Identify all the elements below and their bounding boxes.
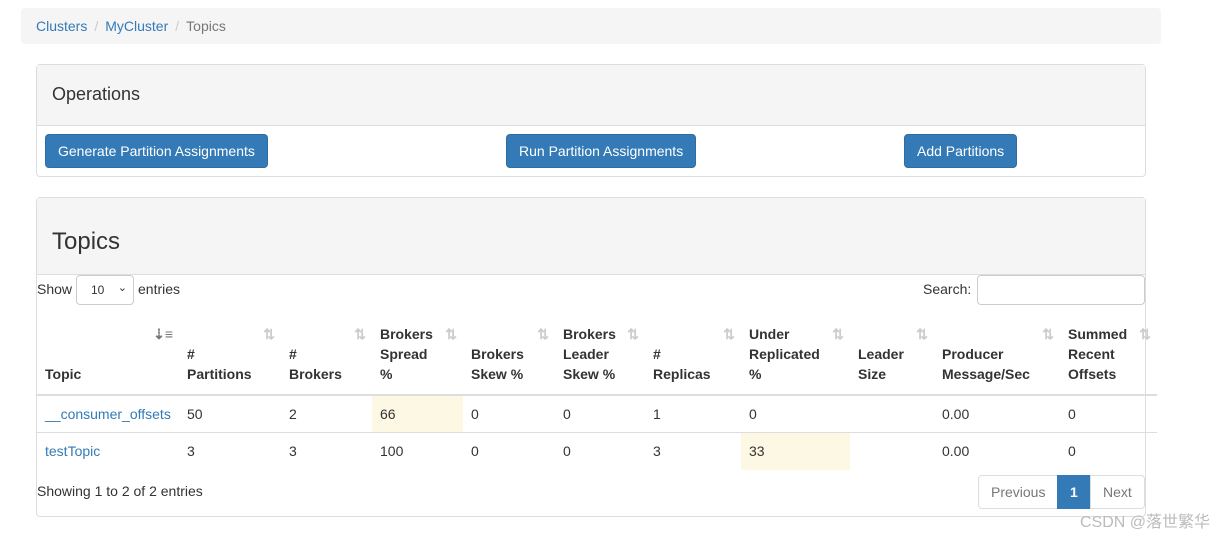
column-header[interactable]: Under Replicated% ⇅ (741, 316, 850, 396)
column-header[interactable]: # Replicas ⇅ (645, 316, 741, 396)
sort-icon: ⇅ (627, 326, 639, 342)
show-label: Show (37, 281, 73, 297)
column-header-label: Partitions (187, 366, 252, 382)
column-header[interactable]: Topic ⇣≡ (37, 316, 179, 396)
column-header[interactable]: # Brokers ⇅ (281, 316, 372, 396)
sort-icon: ⇅ (537, 326, 549, 342)
breadcrumb-separator: / (175, 18, 180, 34)
column-header[interactable]: Leader Size ⇅ (850, 316, 934, 396)
table-cell: 0 (555, 394, 645, 433)
column-header-label: Brokers (289, 366, 342, 382)
column-header-label: Offsets (1068, 366, 1117, 382)
chevron-down-icon: ⌄ (117, 282, 127, 294)
add-partitions-button[interactable]: Add Partitions (904, 134, 1018, 168)
run-partition-assignments-button[interactable]: Run Partition Assignments (506, 134, 697, 168)
entries-label: entries (138, 281, 181, 297)
column-header-label: # (289, 346, 297, 362)
column-header-label: Under (749, 326, 790, 342)
table-row: testTopic 3 3 100 0 0 3 33 0.00 0 (37, 432, 1157, 470)
table-cell: 33 (741, 432, 850, 470)
table-cell: 66 (372, 394, 463, 433)
breadcrumb: Clusters / MyCluster / Topics (21, 8, 1161, 44)
table-cell: 2 (281, 394, 372, 433)
column-header-label: Brokers (563, 326, 616, 342)
breadcrumb-mycluster[interactable]: MyCluster (105, 18, 168, 34)
column-header[interactable]: Brokers Spread% ⇅ (372, 316, 463, 396)
table-cell: 0 (1060, 394, 1157, 433)
table-cell (850, 432, 934, 470)
table-cell: 0 (1060, 432, 1157, 470)
column-header-label: Brokers (380, 326, 433, 342)
column-header-label: Topic (45, 366, 82, 382)
column-header-label: Replicas (653, 366, 711, 382)
table-cell: 1 (645, 394, 741, 433)
topic-link[interactable]: __consumer_offsets (45, 406, 171, 422)
table-row: __consumer_offsets 50 2 66 0 0 1 0 0.00 0 (37, 394, 1157, 433)
column-header[interactable]: Brokers Skew % ⇅ (463, 316, 555, 396)
page-length-select[interactable]: 10 ⌄ (76, 275, 134, 305)
column-header-label: Leader (858, 346, 904, 362)
column-header-label: Spread (380, 346, 428, 362)
table-cell: 3 (645, 432, 741, 470)
operations-title: Operations (37, 65, 1145, 126)
next-page-button[interactable]: Next (1090, 475, 1145, 509)
topics-table: Topic ⇣≡ # Partitions ⇅ # Brokers ⇅ Brokers Sprea… (37, 316, 1157, 470)
column-header-label: # (187, 346, 195, 362)
table-cell: __consumer_offsets (37, 394, 179, 433)
table-info: Showing 1 to 2 of 2 entries (37, 483, 203, 499)
breadcrumb-current: Topics (186, 18, 226, 34)
table-cell: 3 (281, 432, 372, 470)
column-header-label: Size (858, 366, 887, 382)
column-header-label: Brokers (471, 346, 524, 362)
column-header-label: Replicated (749, 346, 820, 362)
sort-icon: ⇅ (445, 326, 457, 342)
generate-partition-assignments-button[interactable]: Generate Partition Assignments (45, 134, 268, 168)
topics-title: Topics (37, 198, 1145, 275)
page-length-value: 10 (91, 283, 105, 297)
watermark: CSDN @落世繁华 (1080, 514, 1211, 531)
column-header[interactable]: Summed Recent Offsets ⇅ (1060, 316, 1157, 396)
column-header-label: Leader (563, 346, 609, 362)
column-header-label: Producer (942, 346, 1004, 362)
sort-ascending-icon: ⇣≡ (153, 326, 173, 342)
table-cell: 50 (179, 394, 281, 433)
column-header-label: % (749, 366, 762, 382)
sort-icon: ⇅ (916, 326, 928, 342)
column-header-label: Message/Sec (942, 366, 1030, 382)
table-cell: 0 (463, 394, 555, 433)
table-cell: 3 (179, 432, 281, 470)
column-header[interactable]: # Partitions ⇅ (179, 316, 281, 396)
breadcrumb-clusters[interactable]: Clusters (36, 18, 87, 34)
column-header-label: % (380, 366, 393, 382)
column-header-label: Recent (1068, 346, 1115, 362)
table-cell: 0 (741, 394, 850, 433)
column-header-label: # (653, 346, 661, 362)
column-header-label: Skew % (563, 366, 616, 382)
column-header[interactable]: Producer Message/Sec ⇅ (934, 316, 1060, 396)
sort-icon: ⇅ (1042, 326, 1054, 342)
column-header-label: Summed (1068, 326, 1128, 342)
page-1-button[interactable]: 1 (1057, 475, 1091, 509)
sort-icon: ⇅ (723, 326, 735, 342)
table-cell: 0 (463, 432, 555, 470)
table-cell: 100 (372, 432, 463, 470)
previous-page-button[interactable]: Previous (978, 475, 1058, 509)
sort-icon: ⇅ (1139, 326, 1151, 342)
column-header-label: Skew % (471, 366, 524, 382)
table-cell: 0.00 (934, 432, 1060, 470)
column-header[interactable]: Brokers Leader Skew % ⇅ (555, 316, 645, 396)
sort-icon: ⇅ (354, 326, 366, 342)
table-cell: 0.00 (934, 394, 1060, 433)
sort-icon: ⇅ (832, 326, 844, 342)
table-cell: testTopic (37, 432, 179, 470)
search-label: Search: (923, 281, 972, 297)
sort-icon: ⇅ (263, 326, 275, 342)
breadcrumb-separator: / (94, 18, 99, 34)
table-cell: 0 (555, 432, 645, 470)
topic-link[interactable]: testTopic (45, 443, 100, 459)
search-input[interactable] (977, 275, 1145, 305)
table-cell (850, 394, 934, 433)
